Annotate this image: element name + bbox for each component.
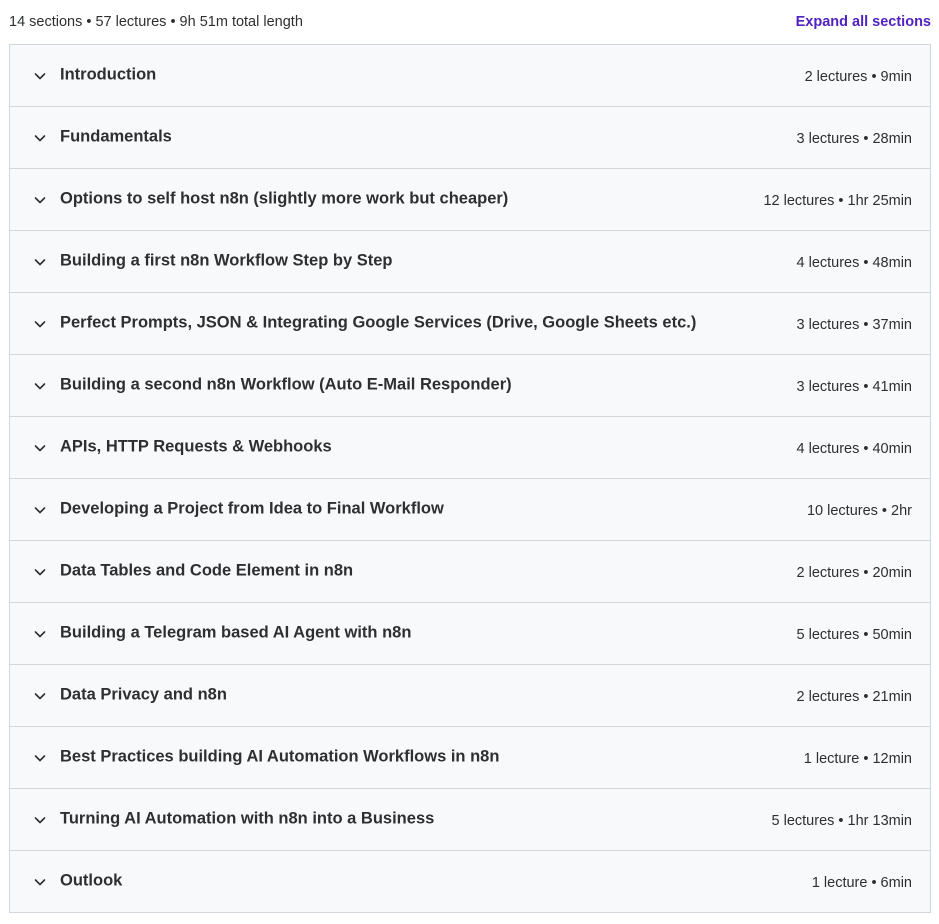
section-title: Outlook: [60, 871, 123, 890]
section-row[interactable]: Options to self host n8n (slightly more …: [10, 169, 930, 231]
chevron-down-icon[interactable]: [33, 689, 47, 703]
section-row[interactable]: Developing a Project from Idea to Final …: [10, 479, 930, 541]
chevron-down-icon[interactable]: [33, 875, 47, 889]
section-meta: 3 lectures • 37min: [796, 316, 913, 333]
section-title: Best Practices building AI Automation Wo…: [60, 747, 500, 766]
section-meta: 2 lectures • 9min: [804, 68, 912, 85]
section-title: Building a second n8n Workflow (Auto E-M…: [60, 375, 512, 394]
section-title: Building a first n8n Workflow Step by St…: [60, 251, 393, 270]
section-title: Developing a Project from Idea to Final …: [60, 499, 444, 518]
chevron-down-icon[interactable]: [33, 131, 47, 145]
chevron-down-icon[interactable]: [33, 441, 47, 455]
chevron-down-icon[interactable]: [33, 751, 47, 765]
chevron-down-icon[interactable]: [33, 627, 47, 641]
section-row[interactable]: Fundamentals 3 lectures • 28min: [10, 107, 930, 169]
section-title: Turning AI Automation with n8n into a Bu…: [60, 809, 435, 828]
section-row[interactable]: Outlook 1 lecture • 6min: [10, 851, 930, 912]
section-meta: 10 lectures • 2hr: [806, 502, 912, 519]
section-row[interactable]: Building a first n8n Workflow Step by St…: [10, 231, 930, 293]
chevron-down-icon[interactable]: [33, 503, 47, 517]
section-meta: 2 lectures • 21min: [796, 688, 913, 705]
section-title: Introduction: [60, 65, 157, 84]
section-row[interactable]: Building a Telegram based AI Agent with …: [10, 603, 930, 665]
section-meta: 4 lectures • 40min: [796, 440, 913, 457]
chevron-down-icon[interactable]: [33, 255, 47, 269]
chevron-down-icon[interactable]: [33, 379, 47, 393]
section-row[interactable]: Introduction 2 lectures • 9min: [10, 45, 930, 107]
section-meta: 4 lectures • 48min: [796, 254, 913, 271]
section-title: Data Privacy and n8n: [60, 685, 227, 704]
section-row[interactable]: APIs, HTTP Requests & Webhooks 4 lecture…: [10, 417, 930, 479]
section-row[interactable]: Building a second n8n Workflow (Auto E-M…: [10, 355, 930, 417]
section-title: Perfect Prompts, JSON & Integrating Goog…: [60, 313, 697, 332]
expand-all-sections-button[interactable]: Expand all sections: [796, 14, 931, 30]
section-meta: 5 lectures • 50min: [796, 626, 913, 643]
section-meta: 2 lectures • 20min: [796, 564, 913, 581]
curriculum-summary: 14 sections • 57 lectures • 9h 51m total…: [9, 14, 303, 30]
chevron-down-icon[interactable]: [33, 565, 47, 579]
section-meta: 1 lecture • 12min: [803, 750, 912, 767]
section-meta: 3 lectures • 28min: [796, 130, 913, 147]
section-meta: 12 lectures • 1hr 25min: [763, 192, 912, 209]
section-row[interactable]: Data Tables and Code Element in n8n 2 le…: [10, 541, 930, 603]
section-title: Options to self host n8n (slightly more …: [60, 189, 509, 208]
curriculum-summary-bar: 14 sections • 57 lectures • 9h 51m total…: [9, 10, 931, 34]
chevron-down-icon[interactable]: [33, 193, 47, 207]
chevron-down-icon[interactable]: [33, 69, 47, 83]
section-row[interactable]: Best Practices building AI Automation Wo…: [10, 727, 930, 789]
chevron-down-icon[interactable]: [33, 317, 47, 331]
section-title: Data Tables and Code Element in n8n: [60, 561, 354, 580]
section-title: APIs, HTTP Requests & Webhooks: [60, 437, 332, 456]
section-title: Fundamentals: [60, 127, 172, 146]
section-meta: 1 lecture • 6min: [811, 874, 912, 891]
section-row[interactable]: Perfect Prompts, JSON & Integrating Goog…: [10, 293, 930, 355]
section-title: Building a Telegram based AI Agent with …: [60, 623, 412, 642]
chevron-down-icon[interactable]: [33, 813, 47, 827]
curriculum-sections-list: Introduction 2 lectures • 9min Fundament…: [9, 44, 931, 913]
section-row[interactable]: Turning AI Automation with n8n into a Bu…: [10, 789, 930, 851]
section-meta: 5 lectures • 1hr 13min: [771, 812, 912, 829]
section-row[interactable]: Data Privacy and n8n 2 lectures • 21min: [10, 665, 930, 727]
section-meta: 3 lectures • 41min: [796, 378, 913, 395]
